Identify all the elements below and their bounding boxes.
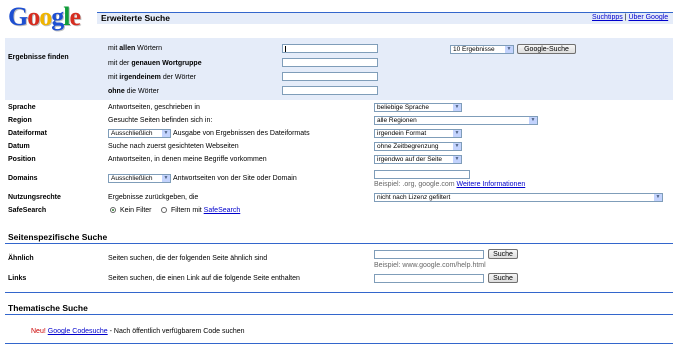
codesearch-line: Neu! Google Codesuche - Nach öffentlich … xyxy=(31,328,245,335)
divider xyxy=(5,292,673,293)
header-bar xyxy=(97,12,673,24)
chevron-down-icon: ▼ xyxy=(453,130,461,137)
any-words-input[interactable] xyxy=(282,72,378,81)
domains-example: Beispiel: .org, google.com Weitere Infor… xyxy=(374,181,526,188)
exact-phrase-label: mit der genauen Wortgruppe xyxy=(108,60,202,67)
page-specific-heading: Seitenspezifische Suche xyxy=(8,232,108,242)
google-logo[interactable]: Google xyxy=(8,2,81,31)
chevron-down-icon: ▼ xyxy=(162,175,170,182)
language-label: Sprache xyxy=(8,104,36,111)
logo-letter: o xyxy=(39,2,52,31)
similar-url-input[interactable] xyxy=(374,250,484,259)
tips-link[interactable]: Suchtipps xyxy=(592,14,623,21)
chevron-down-icon: ▼ xyxy=(162,130,170,137)
page-title: Erweiterte Suche xyxy=(101,13,170,23)
similar-label: Ähnlich xyxy=(8,255,34,262)
divider xyxy=(5,314,673,315)
any-words-label: mit irgendeinem der Wörter xyxy=(108,74,196,81)
domains-label: Domains xyxy=(8,175,38,182)
safesearch-link[interactable]: SafeSearch xyxy=(204,207,241,214)
codesearch-desc: - Nach öffentlich verfügbarem Code suche… xyxy=(107,328,245,335)
codesearch-link[interactable]: Google Codesuche xyxy=(48,328,108,335)
date-label: Datum xyxy=(8,143,30,150)
links-desc: Seiten suchen, die einen Link auf die fo… xyxy=(108,275,300,282)
links-url-input[interactable] xyxy=(374,274,484,283)
date-select[interactable]: ohne Zeitbegrenzung ▼ xyxy=(374,142,462,151)
results-count-select[interactable]: 10 Ergebnisse ▼ xyxy=(450,45,514,54)
logo-letter: G xyxy=(8,2,28,31)
fileformat-desc: Ausgabe von Ergebnissen des Dateiformats xyxy=(173,130,310,137)
usage-rights-desc: Ergebnisse zurückgeben, die xyxy=(108,194,199,201)
chevron-down-icon: ▼ xyxy=(453,156,461,163)
new-badge: Neu! xyxy=(31,328,46,335)
exact-phrase-input[interactable] xyxy=(282,58,378,67)
fileformat-label: Dateiformat xyxy=(8,130,47,137)
position-label: Position xyxy=(8,156,36,163)
about-link[interactable]: Über Google xyxy=(628,14,668,21)
logo-letter: g xyxy=(51,2,64,31)
logo-letter: o xyxy=(27,2,40,31)
chevron-down-icon: ▼ xyxy=(529,117,537,124)
region-desc: Gesuchte Seiten befinden sich in: xyxy=(108,117,213,124)
header-links: Suchtipps | Über Google xyxy=(592,14,668,21)
header-separator: | xyxy=(624,14,627,21)
all-words-input[interactable] xyxy=(282,44,378,53)
usage-rights-select[interactable]: nicht nach Lizenz gefiltert ▼ xyxy=(374,193,663,202)
region-select[interactable]: alle Regionen ▼ xyxy=(374,116,538,125)
more-info-link[interactable]: Weitere Informationen xyxy=(457,181,526,188)
chevron-down-icon: ▼ xyxy=(505,46,513,53)
usage-rights-label: Nutzungsrechte xyxy=(8,194,61,201)
divider xyxy=(5,243,673,244)
no-filter-label: Kein Filter xyxy=(120,207,152,214)
links-search-button[interactable]: Suche xyxy=(488,273,518,283)
fileformat-select[interactable]: irgendein Format ▼ xyxy=(374,129,462,138)
all-words-label: mit allen Wörtern xyxy=(108,45,163,52)
fileformat-mode-select[interactable]: Ausschließlich ▼ xyxy=(108,129,171,138)
language-select[interactable]: beliebige Sprache ▼ xyxy=(374,103,462,112)
domains-mode-select[interactable]: Ausschließlich ▼ xyxy=(108,174,171,183)
safesearch-radio[interactable] xyxy=(161,207,167,213)
similar-desc: Seiten suchen, die der folgenden Seite ä… xyxy=(108,255,268,262)
google-search-button[interactable]: Google-Suche xyxy=(517,44,576,54)
without-words-input[interactable] xyxy=(282,86,378,95)
position-desc: Antwortseiten, in denen meine Begriffe v… xyxy=(108,156,267,163)
similar-example: Beispiel: www.google.com/help.html xyxy=(374,262,486,269)
divider xyxy=(5,343,673,344)
chevron-down-icon: ▼ xyxy=(453,104,461,111)
date-desc: Suche nach zuerst gesichteten Webseiten xyxy=(108,143,239,150)
chevron-down-icon: ▼ xyxy=(453,143,461,150)
similar-search-button[interactable]: Suche xyxy=(488,249,518,259)
language-desc: Antwortseiten, geschrieben in xyxy=(108,104,200,111)
find-results-label: Ergebnisse finden xyxy=(8,54,69,61)
logo-letter: e xyxy=(69,2,81,31)
links-label: Links xyxy=(8,275,27,282)
topic-search-heading: Thematische Suche xyxy=(8,303,88,313)
region-label: Region xyxy=(8,117,32,124)
safesearch-option-label: Filtern mit SafeSearch xyxy=(171,207,241,214)
domains-desc: Antwortseiten von der Site oder Domain xyxy=(173,175,297,182)
position-select[interactable]: irgendwo auf der Seite ▼ xyxy=(374,155,462,164)
domain-input[interactable] xyxy=(374,170,470,179)
safesearch-label: SafeSearch xyxy=(8,207,47,214)
no-filter-radio[interactable] xyxy=(110,207,116,213)
without-words-label: ohne die Wörter xyxy=(108,88,159,95)
chevron-down-icon: ▼ xyxy=(654,194,662,201)
